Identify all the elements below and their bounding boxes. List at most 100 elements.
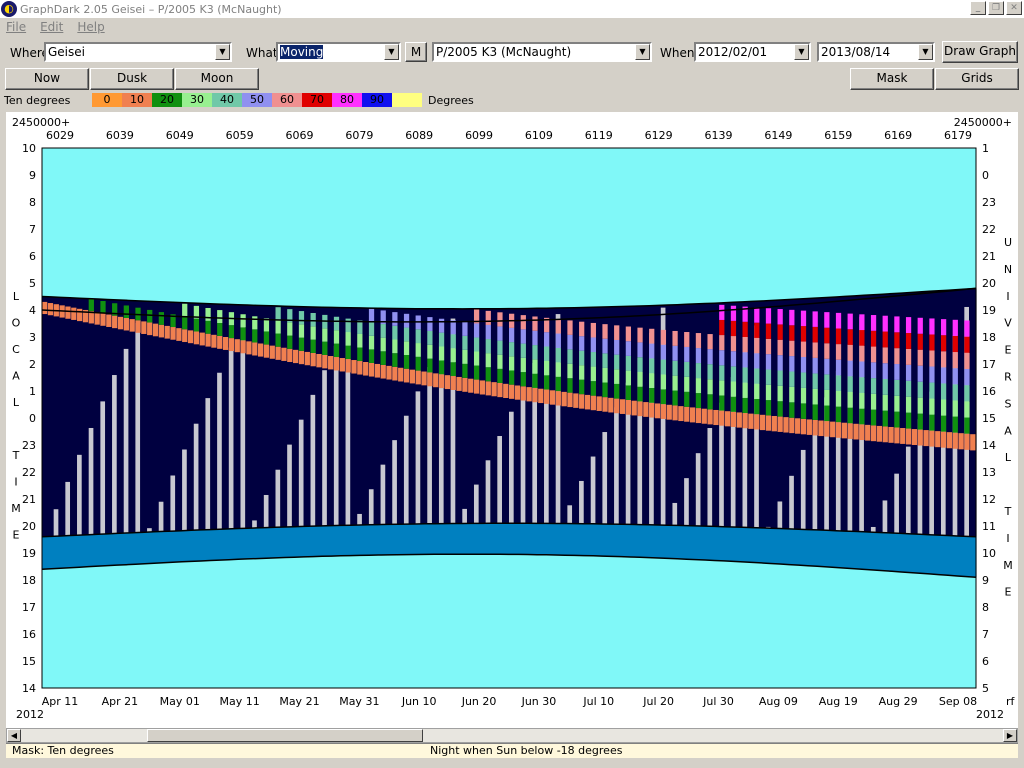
left-tick-label: 6 bbox=[29, 250, 36, 263]
legend-swatch: 30 bbox=[182, 93, 212, 107]
right-footer: rf bbox=[1006, 695, 1016, 708]
altitude-band bbox=[882, 363, 888, 379]
left-tick-label: 0 bbox=[29, 412, 36, 425]
what-select[interactable]: Moving ▼ bbox=[276, 42, 401, 62]
altitude-band bbox=[637, 327, 643, 343]
right-tick-label: 7 bbox=[982, 628, 989, 641]
date-tick-label: Apr 11 bbox=[42, 695, 79, 708]
altitude-band bbox=[929, 398, 935, 415]
altitude-band bbox=[275, 320, 281, 334]
altitude-band bbox=[707, 334, 713, 350]
chevron-down-icon[interactable]: ▼ bbox=[384, 44, 399, 60]
twilight-band bbox=[135, 532, 142, 565]
night-region bbox=[491, 308, 498, 524]
altitude-band bbox=[339, 358, 345, 372]
altitude-band bbox=[736, 412, 742, 428]
altitude-band bbox=[47, 303, 54, 316]
moonlit-stripe bbox=[100, 401, 106, 535]
chevron-down-icon[interactable]: ▼ bbox=[918, 44, 933, 60]
moonlit-stripe bbox=[427, 367, 432, 524]
twilight-band bbox=[433, 523, 440, 555]
altitude-band bbox=[263, 331, 270, 345]
chevron-down-icon[interactable]: ▼ bbox=[215, 44, 230, 60]
altitude-band bbox=[579, 321, 585, 337]
scroll-thumb[interactable] bbox=[147, 729, 423, 742]
altitude-band bbox=[357, 361, 363, 375]
chevron-down-icon[interactable]: ▼ bbox=[635, 44, 650, 60]
scroll-right-icon[interactable]: ▶ bbox=[1003, 729, 1017, 742]
altitude-band bbox=[888, 426, 894, 443]
altitude-band bbox=[789, 386, 795, 403]
moonlit-stripe bbox=[462, 508, 467, 524]
restore-button[interactable]: ❐ bbox=[988, 1, 1004, 15]
chevron-down-icon[interactable]: ▼ bbox=[794, 44, 809, 60]
grids-button[interactable]: Grids bbox=[935, 68, 1019, 90]
minimize-button[interactable]: _ bbox=[970, 1, 986, 15]
twilight-band bbox=[824, 530, 831, 568]
altitude-band bbox=[835, 328, 842, 345]
altitude-band bbox=[952, 416, 958, 433]
night-region bbox=[549, 308, 557, 524]
altitude-band bbox=[707, 379, 713, 395]
m-button[interactable]: M bbox=[405, 42, 427, 62]
altitude-band bbox=[555, 391, 561, 406]
altitude-band bbox=[777, 309, 783, 325]
night-region bbox=[865, 294, 872, 533]
close-button[interactable]: ✕ bbox=[1006, 1, 1022, 15]
altitude-band bbox=[415, 370, 421, 385]
twilight-band bbox=[619, 524, 627, 557]
altitude-band bbox=[193, 331, 200, 345]
altitude-band bbox=[952, 352, 958, 369]
left-tick-label: 16 bbox=[22, 628, 36, 641]
twilight-band bbox=[882, 532, 890, 572]
menu-file[interactable]: File bbox=[6, 20, 26, 34]
left-axis-letter: E bbox=[13, 529, 20, 542]
altitude-band bbox=[450, 376, 456, 390]
color-legend: Ten degrees 0 10 20 30 40 50 60 70 80 90 Degrees bbox=[4, 92, 1020, 108]
when-label: When bbox=[660, 46, 695, 60]
menu-help[interactable]: Help bbox=[77, 20, 104, 34]
altitude-band bbox=[520, 386, 526, 401]
altitude-band bbox=[345, 318, 351, 333]
twilight-band bbox=[106, 533, 113, 566]
altitude-band bbox=[835, 359, 842, 376]
now-button[interactable]: Now bbox=[5, 68, 89, 90]
dusk-button[interactable]: Dusk bbox=[90, 68, 174, 90]
altitude-band bbox=[730, 396, 737, 412]
altitude-band bbox=[485, 324, 491, 340]
twilight-band bbox=[444, 523, 452, 555]
altitude-band bbox=[269, 345, 275, 359]
where-select[interactable]: Geisei ▼ bbox=[44, 42, 232, 62]
right-tick-label: 5 bbox=[982, 682, 989, 695]
altitude-band bbox=[695, 393, 702, 409]
horizontal-scrollbar[interactable]: ◀ ▶ bbox=[6, 728, 1018, 743]
altitude-band bbox=[491, 382, 497, 397]
altitude-band bbox=[509, 370, 515, 385]
left-axis-letter: L bbox=[13, 290, 20, 303]
start-date-select[interactable]: 2012/02/01 ▼ bbox=[694, 42, 811, 62]
moonlit-stripe bbox=[380, 464, 386, 525]
scroll-left-icon[interactable]: ◀ bbox=[7, 729, 21, 742]
night-region bbox=[619, 306, 627, 525]
moon-button[interactable]: Moon bbox=[175, 68, 259, 90]
altitude-band bbox=[847, 407, 853, 424]
twilight-band bbox=[754, 527, 761, 563]
altitude-band bbox=[672, 405, 678, 421]
altitude-band bbox=[590, 395, 596, 411]
twilight-band bbox=[368, 524, 376, 556]
altitude-band bbox=[555, 333, 561, 348]
menu-edit[interactable]: Edit bbox=[40, 20, 63, 34]
twilight-band bbox=[503, 523, 510, 555]
twilight-band bbox=[47, 536, 55, 569]
status-mask: Mask: Ten degrees bbox=[12, 744, 114, 757]
right-tick-label: 6 bbox=[982, 655, 989, 668]
twilight-band bbox=[53, 536, 61, 569]
altitude-band bbox=[853, 423, 859, 440]
end-date-select[interactable]: 2013/08/14 ▼ bbox=[817, 42, 935, 62]
moonlit-stripe bbox=[579, 480, 584, 524]
draw-graph-button[interactable]: Draw Graph bbox=[942, 41, 1018, 63]
object-select[interactable]: P/2005 K3 (McNaught) ▼ bbox=[432, 42, 652, 62]
altitude-band bbox=[240, 314, 246, 328]
twilight-band bbox=[374, 524, 382, 556]
mask-button[interactable]: Mask bbox=[850, 68, 934, 90]
